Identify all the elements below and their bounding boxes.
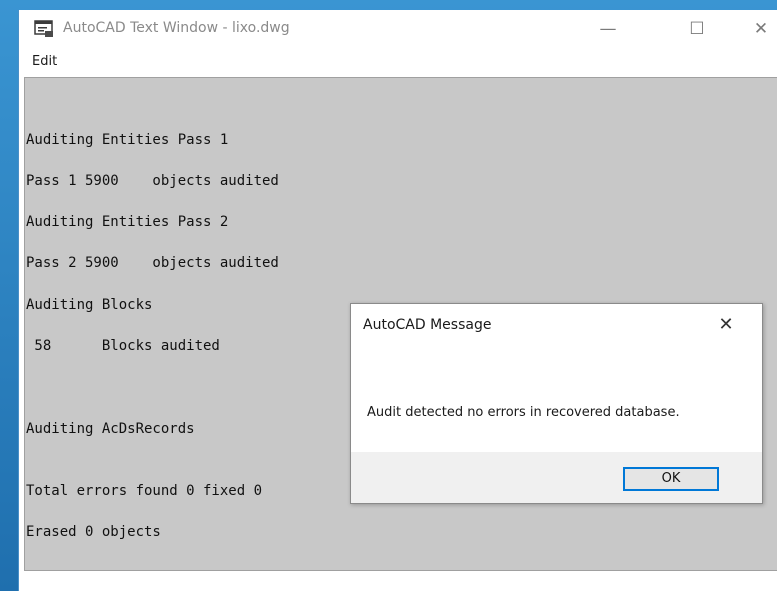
console-line: Auditing Blocks xyxy=(26,297,153,313)
console-line: Pass 2 5900 objects audited xyxy=(26,255,279,271)
console-line: Auditing Entities Pass 1 xyxy=(26,132,229,148)
console-line: Pass 1 5900 objects audited xyxy=(26,173,279,189)
console-line: Erased 0 objects xyxy=(26,524,161,540)
minimize-button[interactable]: — xyxy=(593,16,623,42)
console-line: Auditing AcDsRecords xyxy=(26,421,195,437)
menu-bar: Edit xyxy=(19,50,777,74)
close-window-button[interactable]: ✕ xyxy=(746,16,776,42)
autocad-message-dialog: AutoCAD Message ✕ Audit detected no erro… xyxy=(350,303,763,504)
console-line: Total errors found 0 fixed 0 xyxy=(26,483,263,499)
window-title: AutoCAD Text Window - lixo.dwg xyxy=(63,20,290,36)
autocad-text-window-icon xyxy=(34,20,53,37)
maximize-button[interactable]: ☐ xyxy=(682,16,712,42)
ok-button[interactable]: OK xyxy=(623,467,719,491)
title-bar[interactable]: AutoCAD Text Window - lixo.dwg — ☐ ✕ xyxy=(19,10,777,48)
menu-item-edit[interactable]: Edit xyxy=(32,54,57,69)
command-line-input[interactable] xyxy=(24,571,777,591)
console-line: Auditing Entities Pass 2 xyxy=(26,214,229,230)
console-line: 58 Blocks audited xyxy=(26,338,220,354)
dialog-close-button[interactable]: ✕ xyxy=(711,312,741,338)
dialog-footer: OK xyxy=(351,452,762,503)
dialog-message: Audit detected no errors in recovered da… xyxy=(367,405,680,420)
dialog-title: AutoCAD Message xyxy=(363,317,492,333)
